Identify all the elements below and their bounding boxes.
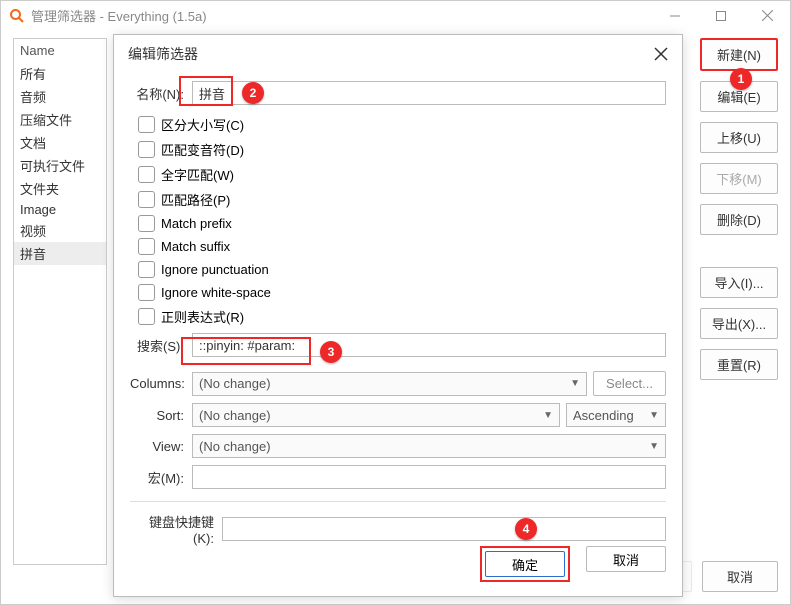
search-input[interactable]: ::pinyin: #param: <box>192 333 666 357</box>
checkbox-row[interactable]: Ignore punctuation <box>138 258 666 281</box>
annotation-4: 4 <box>515 518 537 540</box>
dialog-ok-button[interactable]: 确定 <box>485 551 565 577</box>
list-item[interactable]: 文档 <box>14 131 106 154</box>
columns-label: Columns: <box>130 376 192 391</box>
checkbox-row[interactable]: 正则表达式(R) <box>138 304 666 329</box>
list-item[interactable]: 所有 <box>14 62 106 85</box>
select-columns-button[interactable]: Select... <box>593 371 666 396</box>
close-button[interactable] <box>744 1 790 31</box>
app-icon <box>9 8 25 24</box>
ok-highlight-box: 确定 <box>480 546 570 582</box>
macro-label: 宏(M): <box>130 468 192 487</box>
checkbox-row[interactable]: Match prefix <box>138 212 666 235</box>
checkbox-icon[interactable] <box>138 284 155 301</box>
columns-select[interactable]: (No change) ▼ <box>192 372 587 396</box>
search-label: 搜索(S): <box>130 336 192 355</box>
checkbox-label: 匹配变音符(D) <box>161 140 244 159</box>
dialog-title: 编辑筛选器 <box>128 44 650 64</box>
checkbox-row[interactable]: 匹配变音符(D) <box>138 137 666 162</box>
checkbox-label: 正则表达式(R) <box>161 307 244 326</box>
checkbox-icon[interactable] <box>138 116 155 133</box>
checkbox-label: 区分大小写(C) <box>161 115 244 134</box>
checkbox-row[interactable]: Match suffix <box>138 235 666 258</box>
checkbox-label: Ignore white-space <box>161 285 271 300</box>
delete-button[interactable]: 删除(D) <box>700 204 778 235</box>
checkbox-label: 全字匹配(W) <box>161 165 234 184</box>
dialog-titlebar: 编辑筛选器 <box>114 35 682 73</box>
name-label: 名称(N): <box>130 84 192 103</box>
annotation-3: 3 <box>320 341 342 363</box>
list-item[interactable]: 压缩文件 <box>14 108 106 131</box>
checkbox-label: Match suffix <box>161 239 230 254</box>
dialog-cancel-button[interactable]: 取消 <box>586 546 666 572</box>
move-down-button: 下移(M) <box>700 163 778 194</box>
window-title: 管理筛选器 - Everything (1.5a) <box>31 6 652 25</box>
checkbox-icon[interactable] <box>138 261 155 278</box>
checkbox-icon[interactable] <box>138 166 155 183</box>
hotkey-input[interactable] <box>222 517 666 541</box>
main-window: Name 所有音频压缩文件文档可执行文件文件夹Image视频拼音 新建(N) 编… <box>0 30 791 605</box>
sort-select[interactable]: (No change) ▼ <box>192 403 560 427</box>
checkbox-row[interactable]: 区分大小写(C) <box>138 112 666 137</box>
annotation-2: 2 <box>242 82 264 104</box>
new-button[interactable]: 新建(N) <box>700 38 778 71</box>
list-item[interactable]: 拼音 <box>14 242 106 265</box>
dialog-footer: 确定 取消 <box>480 546 666 582</box>
checkbox-label: Match prefix <box>161 216 232 231</box>
sort-direction-select[interactable]: Ascending ▼ <box>566 403 666 427</box>
main-cancel-button[interactable]: 取消 <box>702 561 778 592</box>
chevron-down-icon: ▼ <box>570 378 580 389</box>
titlebar: 管理筛选器 - Everything (1.5a) <box>0 0 791 30</box>
columns-value: (No change) <box>199 376 271 391</box>
chevron-down-icon: ▼ <box>649 441 659 452</box>
macro-input[interactable] <box>192 465 666 489</box>
checkbox-icon[interactable] <box>138 191 155 208</box>
checkbox-row[interactable]: Ignore white-space <box>138 281 666 304</box>
move-up-button[interactable]: 上移(U) <box>700 122 778 153</box>
checkbox-icon[interactable] <box>138 308 155 325</box>
chevron-down-icon: ▼ <box>649 410 659 421</box>
reset-button[interactable]: 重置(R) <box>700 349 778 380</box>
checkbox-icon[interactable] <box>138 238 155 255</box>
export-button[interactable]: 导出(X)... <box>700 308 778 339</box>
checkbox-label: 匹配路径(P) <box>161 190 230 209</box>
view-label: View: <box>130 439 192 454</box>
list-item[interactable]: 文件夹 <box>14 177 106 200</box>
filter-list: Name 所有音频压缩文件文档可执行文件文件夹Image视频拼音 <box>13 38 107 565</box>
checkbox-row[interactable]: 全字匹配(W) <box>138 162 666 187</box>
view-value: (No change) <box>199 439 271 454</box>
checkbox-icon[interactable] <box>138 141 155 158</box>
dialog-close-icon[interactable] <box>650 43 672 65</box>
checkbox-row[interactable]: 匹配路径(P) <box>138 187 666 212</box>
chevron-down-icon: ▼ <box>543 410 553 421</box>
hotkey-label: 键盘快捷键(K): <box>130 512 222 546</box>
list-header: Name <box>14 39 106 62</box>
sort-label: Sort: <box>130 408 192 423</box>
sort-direction-value: Ascending <box>573 408 634 423</box>
checkbox-label: Ignore punctuation <box>161 262 269 277</box>
edit-filter-dialog: 编辑筛选器 名称(N): 拼音 区分大小写(C)匹配变音符(D)全字匹配(W)匹… <box>113 34 683 597</box>
view-select[interactable]: (No change) ▼ <box>192 434 666 458</box>
list-item[interactable]: 可执行文件 <box>14 154 106 177</box>
maximize-button[interactable] <box>698 1 744 31</box>
annotation-1: 1 <box>730 68 752 90</box>
list-item[interactable]: 视频 <box>14 219 106 242</box>
import-button[interactable]: 导入(I)... <box>700 267 778 298</box>
minimize-button[interactable] <box>652 1 698 31</box>
sort-value: (No change) <box>199 408 271 423</box>
checkbox-icon[interactable] <box>138 215 155 232</box>
list-item[interactable]: Image <box>14 200 106 219</box>
list-item[interactable]: 音频 <box>14 85 106 108</box>
